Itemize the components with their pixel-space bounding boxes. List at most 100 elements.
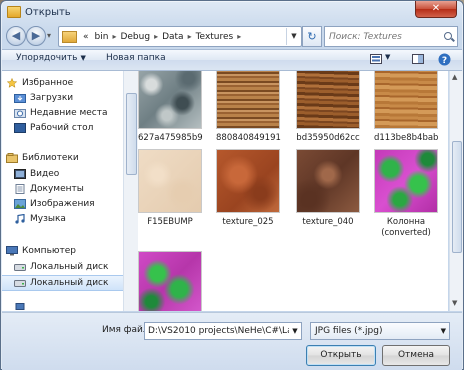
file-thumbnail xyxy=(374,71,438,129)
folder-icon xyxy=(7,6,21,18)
breadcrumb-debug[interactable]: Debug xyxy=(117,32,153,42)
search-icon xyxy=(443,31,455,43)
chevron-right-icon[interactable]: ▸ xyxy=(236,32,242,41)
breadcrumb-overflow[interactable]: « xyxy=(80,32,92,42)
view-dropdown[interactable]: ▼ xyxy=(385,53,390,61)
organize-button[interactable]: Упорядочить ▼ xyxy=(16,53,86,63)
pictures-icon xyxy=(14,199,26,209)
drive-icon xyxy=(14,280,26,287)
sidebar-scrollbar[interactable] xyxy=(123,71,138,311)
libraries-icon xyxy=(6,153,18,163)
sidebar-item-libraries[interactable]: Библиотеки xyxy=(2,151,123,165)
file-name: bd35950d62cc xyxy=(296,133,360,143)
filetype-select[interactable]: JPG files (*.jpg) ▼ xyxy=(310,322,450,340)
breadcrumb-data[interactable]: Data xyxy=(159,32,187,42)
file-name: Колонна (converted) xyxy=(381,217,431,238)
sidebar-label: Музыка xyxy=(30,214,66,224)
file-thumbnail xyxy=(296,149,360,213)
sidebar-label: Загрузки xyxy=(30,93,74,103)
computer-icon xyxy=(6,246,18,256)
sidebar-label: Библиотеки xyxy=(22,153,79,163)
chevron-down-icon: ▼ xyxy=(440,327,446,335)
file-thumbnail xyxy=(296,71,360,129)
preview-pane-button[interactable] xyxy=(412,54,424,64)
sidebar-label: Избранное xyxy=(22,78,74,88)
file-thumbnail xyxy=(216,149,280,213)
address-dropdown[interactable]: ▼ xyxy=(286,28,301,45)
breadcrumb-textures[interactable]: Textures xyxy=(193,32,237,42)
help-button[interactable]: ? xyxy=(438,53,451,66)
sidebar-item-music[interactable]: Музыка xyxy=(2,212,123,226)
file-item[interactable]: bd35950d62cc xyxy=(296,71,360,144)
scrollbar-thumb[interactable] xyxy=(452,141,462,253)
filename-field[interactable]: D:\VS2010 projects\NeHe\C#\Land ▼ xyxy=(144,322,302,340)
sidebar-item-recent-places[interactable]: Недавние места xyxy=(2,106,123,120)
scrollbar-thumb[interactable] xyxy=(126,93,137,175)
breadcrumb-bin[interactable]: bin xyxy=(92,32,112,42)
file-list-scrollbar[interactable]: ▲ ▼ xyxy=(449,71,463,311)
open-file-dialog: Открыть ✕ ◀ ▶ ▾ « bin ▸ Debug ▸ Data ▸ T… xyxy=(0,0,464,370)
sidebar-label: Рабочий стол xyxy=(30,123,94,133)
sidebar-item-documents[interactable]: Документы xyxy=(2,182,123,196)
forward-arrow-icon: ▶ xyxy=(31,29,41,42)
command-bar: Упорядочить ▼ Новая папка ▼ ? xyxy=(2,49,462,71)
music-icon xyxy=(15,214,25,224)
sidebar-label: Локальный диск xyxy=(30,262,109,272)
dialog-footer: Имя файла: D:\VS2010 projects\NeHe\C#\La… xyxy=(2,312,462,370)
sidebar-label: Локальный диск xyxy=(30,278,109,288)
file-item[interactable] xyxy=(138,251,202,311)
search-input[interactable] xyxy=(325,30,443,43)
sidebar-item-desktop[interactable]: Рабочий стол xyxy=(2,121,123,135)
close-button[interactable]: ✕ xyxy=(415,1,457,18)
scroll-up-arrow-icon[interactable]: ▲ xyxy=(452,73,457,81)
close-icon: ✕ xyxy=(431,3,441,14)
sidebar-item-downloads[interactable]: Загрузки xyxy=(2,91,123,105)
cancel-button[interactable]: Отмена xyxy=(382,345,450,366)
window-title: Открыть xyxy=(25,6,71,18)
file-name: 880840849191 xyxy=(216,133,281,143)
preview-pane-icon xyxy=(412,54,424,64)
sidebar-item-pictures[interactable]: Изображения xyxy=(2,197,123,211)
open-button[interactable]: Открыть xyxy=(306,345,376,366)
address-bar[interactable]: « bin ▸ Debug ▸ Data ▸ Textures ▸ ▼ xyxy=(58,26,302,47)
refresh-button[interactable]: ↻ xyxy=(302,26,322,47)
file-item[interactable]: d113be8b4bab xyxy=(374,71,438,144)
file-item[interactable]: 627a475985b9 xyxy=(138,71,203,144)
file-item[interactable]: texture_040 xyxy=(296,149,360,228)
scroll-down-arrow-icon[interactable]: ▼ xyxy=(452,299,457,307)
search-box[interactable] xyxy=(324,26,458,47)
chevron-down-icon: ▼ xyxy=(80,54,86,62)
file-item[interactable]: 880840849191 xyxy=(216,71,281,144)
help-icon: ? xyxy=(438,53,451,66)
recent-places-icon xyxy=(14,109,26,118)
star-icon xyxy=(6,78,18,88)
forward-button[interactable]: ▶ xyxy=(26,26,46,46)
sidebar-item-network-partial[interactable] xyxy=(2,301,123,311)
file-thumbnail xyxy=(374,149,438,213)
view-options-button[interactable] xyxy=(370,54,382,64)
sidebar-item-local-disk-2[interactable]: Локальный диск xyxy=(2,275,123,291)
sidebar-item-computer[interactable]: Компьютер xyxy=(2,244,123,258)
desktop-icon xyxy=(14,123,26,133)
chevron-down-icon[interactable]: ▼ xyxy=(289,323,301,339)
back-button[interactable]: ◀ xyxy=(6,26,26,46)
organize-label: Упорядочить xyxy=(16,53,78,63)
refresh-icon: ↻ xyxy=(307,30,317,43)
downloads-folder-icon xyxy=(14,94,26,103)
file-item[interactable]: Колонна (converted) xyxy=(374,149,438,239)
file-item[interactable]: F15EBUMP xyxy=(138,149,202,228)
back-arrow-icon: ◀ xyxy=(11,29,21,42)
svg-text:?: ? xyxy=(442,56,447,66)
sidebar-item-favorites[interactable]: Избранное xyxy=(2,76,123,90)
sidebar-item-video[interactable]: Видео xyxy=(2,167,123,181)
view-icon xyxy=(370,54,382,64)
filetype-value: JPG files (*.jpg) xyxy=(315,326,383,336)
file-item[interactable]: texture_025 xyxy=(216,149,280,228)
filename-value: D:\VS2010 projects\NeHe\C#\Land xyxy=(148,326,302,336)
file-thumbnail xyxy=(216,71,280,129)
navigation-bar: ◀ ▶ ▾ « bin ▸ Debug ▸ Data ▸ Textures ▸ … xyxy=(6,25,458,47)
new-folder-button[interactable]: Новая папка xyxy=(106,53,166,63)
sidebar-label: Компьютер xyxy=(22,246,76,256)
recent-locations-dropdown[interactable]: ▾ xyxy=(47,31,51,40)
sidebar-item-local-disk-1[interactable]: Локальный диск xyxy=(2,260,123,274)
